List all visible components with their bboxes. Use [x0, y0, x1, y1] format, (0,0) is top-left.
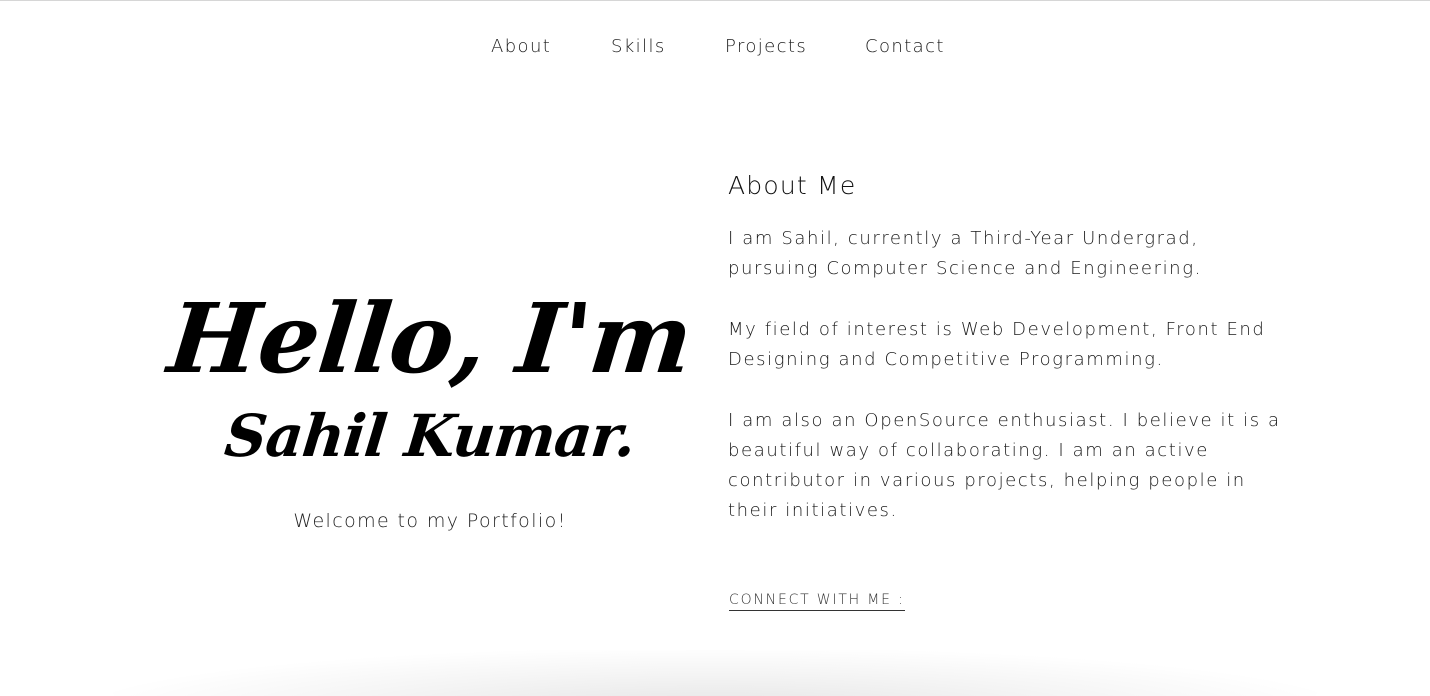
hero-welcome-text: Welcome to my Portfolio! [293, 510, 567, 532]
card-shadow [110, 650, 1320, 696]
main-nav: About Skills Projects Contact [0, 36, 1430, 60]
about-heading: About Me [728, 171, 857, 200]
about-paragraph: I am Sahil, currently a Third-Year Under… [728, 228, 1202, 279]
nav-item-skills[interactable]: Skills [611, 36, 666, 58]
about-section: About Me I am Sahil, currently a Third-Y… [728, 170, 1288, 557]
portfolio-page: About Skills Projects Contact Hello, I'm… [0, 0, 1430, 696]
top-divider [0, 0, 1430, 1]
nav-item-about[interactable]: About [491, 36, 551, 58]
nav-item-projects[interactable]: Projects [725, 36, 807, 58]
about-paragraph: I am also an OpenSource enthusiast. I be… [728, 410, 1281, 521]
connect-with-me-link[interactable]: CONNECT WITH ME : [729, 592, 905, 611]
nav-item-contact[interactable]: Contact [865, 36, 945, 58]
about-paragraph: My field of interest is Web Development,… [728, 319, 1266, 370]
hero-greeting: Hello, I'm [163, 282, 697, 395]
hero-name: Sahil Kumar. [221, 402, 639, 470]
hero-section: Hello, I'm Sahil Kumar. Welcome to my Po… [150, 280, 710, 532]
